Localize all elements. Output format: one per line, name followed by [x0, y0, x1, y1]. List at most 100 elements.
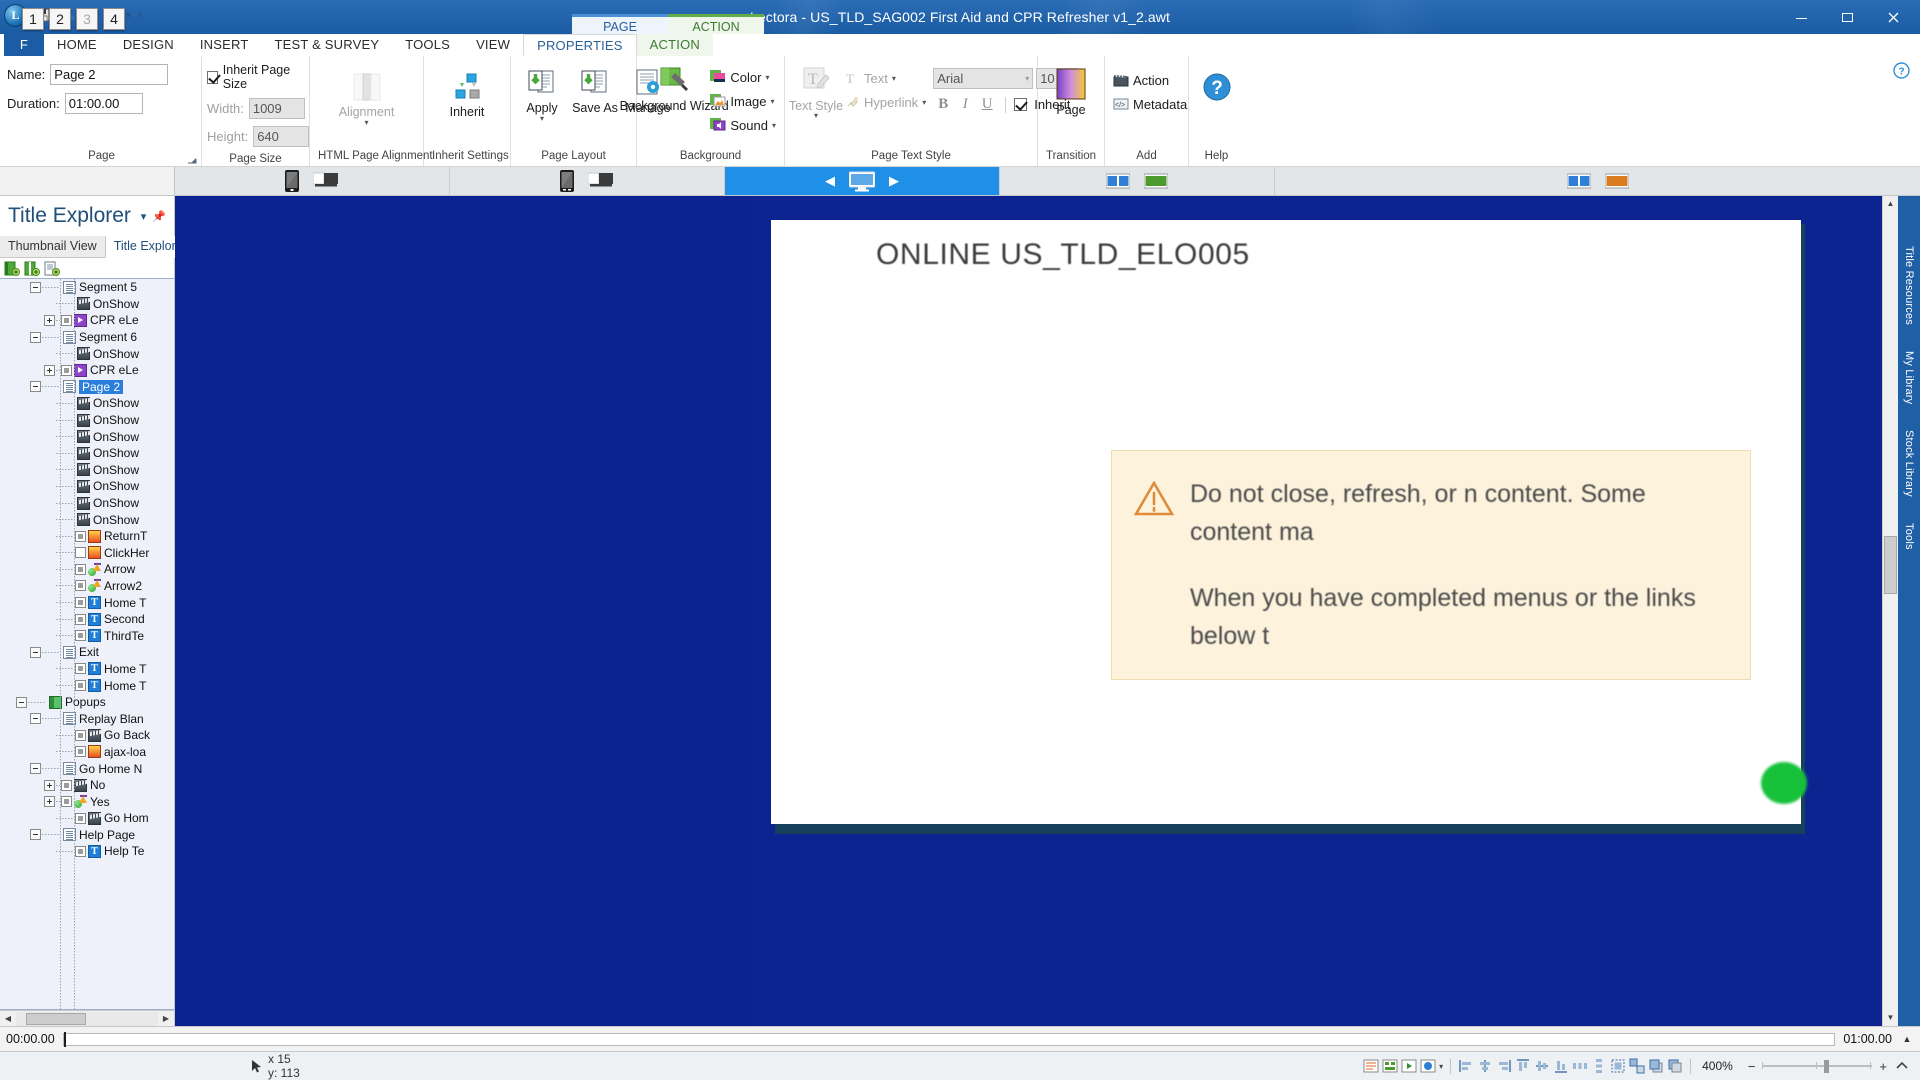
timeline-playhead[interactable]	[63, 1031, 66, 1047]
distribute-v-icon[interactable]	[1591, 1058, 1607, 1074]
tree-item[interactable]: Help Page	[0, 827, 174, 844]
timeline-expand-icon[interactable]: ▲	[1900, 1034, 1914, 1044]
tab-view[interactable]: VIEW	[463, 34, 523, 56]
device-segment-4[interactable]	[1000, 167, 1275, 195]
mode-publish-icon[interactable]	[1420, 1058, 1436, 1074]
tree-visibility-checkbox[interactable]	[75, 613, 86, 625]
help-button[interactable]: ?	[1191, 68, 1243, 103]
book-blue-icon[interactable]	[1106, 173, 1130, 189]
tree-item[interactable]: T Help Te	[0, 843, 174, 860]
tree-collapse-icon[interactable]	[30, 381, 41, 393]
tree-visibility-checkbox[interactable]	[61, 364, 72, 376]
bold-button[interactable]: B	[933, 96, 953, 113]
tab-action[interactable]: ACTION	[636, 34, 713, 56]
group-icon[interactable]	[1610, 1058, 1626, 1074]
mode-text-icon[interactable]	[1363, 1058, 1379, 1074]
maximize-icon[interactable]	[1824, 2, 1870, 32]
tree-item[interactable]: Exit	[0, 644, 174, 661]
tree-item[interactable]: OnShow	[0, 395, 174, 412]
add-chapter-icon[interactable]	[4, 261, 20, 276]
tree-visibility-checkbox[interactable]	[75, 746, 86, 758]
tree-item[interactable]: OnShow	[0, 345, 174, 362]
apply-layout-dropdown-icon[interactable]: ▾	[540, 115, 544, 123]
tab-tools[interactable]: TOOLS	[392, 34, 463, 56]
background-color-button[interactable]: Color ▾	[706, 65, 779, 89]
device-prev-arrow-icon[interactable]: ◀	[825, 173, 835, 189]
add-section-icon[interactable]	[24, 261, 40, 276]
add-page-icon[interactable]	[44, 261, 60, 276]
tree-expand-icon[interactable]	[44, 779, 55, 791]
distribute-h-icon[interactable]	[1572, 1058, 1588, 1074]
tree-visibility-checkbox[interactable]	[75, 729, 86, 741]
tree-item[interactable]: T ThirdTe	[0, 627, 174, 644]
background-wizard-button[interactable]: Background Wizard	[620, 62, 729, 113]
desktop-icon[interactable]	[588, 171, 614, 191]
ungroup-icon[interactable]	[1629, 1058, 1645, 1074]
inherit-page-size-checkbox[interactable]	[207, 70, 218, 84]
zoom-slider[interactable]	[1762, 1059, 1873, 1073]
zoom-out-button[interactable]: −	[1744, 1059, 1760, 1074]
tree-item[interactable]: ajax-loa	[0, 744, 174, 761]
tree-expand-icon[interactable]	[44, 796, 55, 808]
underline-button[interactable]: U	[977, 96, 997, 113]
inherit-text-checkbox[interactable]	[1014, 98, 1028, 111]
alignment-button[interactable]: Alignment ▾	[333, 68, 401, 127]
tree-collapse-icon[interactable]	[30, 763, 41, 775]
tree-item[interactable]: Segment 6	[0, 329, 174, 346]
align-center-icon[interactable]	[1477, 1058, 1493, 1074]
dock-tab-tools[interactable]: Tools	[1901, 515, 1917, 558]
tree-item[interactable]: CPR eLe	[0, 312, 174, 329]
pin-icon[interactable]: 📌	[152, 210, 166, 223]
font-name-select[interactable]: Arial ▾	[933, 68, 1034, 89]
book-green-icon[interactable]	[1144, 173, 1168, 189]
notice-box[interactable]: Do not close, refresh, or n content. Som…	[1111, 450, 1751, 680]
book-orange-icon[interactable]	[1604, 173, 1629, 189]
tree-visibility-checkbox[interactable]	[75, 630, 86, 642]
title-explorer-tree[interactable]: Segment 5 OnShow CPR eLe Segment 6 OnShow CPR…	[0, 278, 174, 1010]
tree-item[interactable]: Arrow	[0, 561, 174, 578]
device-segment-5[interactable]	[1275, 167, 1920, 195]
tab-test-survey[interactable]: TEST & SURVEY	[262, 34, 393, 56]
phone-icon[interactable]	[285, 170, 299, 192]
text-style-button[interactable]: T Text Style ▾	[789, 62, 843, 120]
tree-visibility-checkbox[interactable]	[75, 563, 86, 575]
tree-scroll-track[interactable]	[16, 1011, 158, 1026]
tree-scroll-right-icon[interactable]: ▶	[158, 1014, 174, 1023]
tab-insert[interactable]: INSERT	[187, 34, 262, 56]
tree-visibility-checkbox[interactable]	[75, 812, 86, 824]
tree-item[interactable]: CPR eLe	[0, 362, 174, 379]
tree-item[interactable]: OnShow	[0, 445, 174, 462]
dock-tab-title-resources[interactable]: Title Resources	[1901, 238, 1917, 334]
tree-item[interactable]: Yes	[0, 793, 174, 810]
page-duration-input[interactable]: 01:00.00	[64, 93, 143, 114]
alignment-dropdown-icon[interactable]: ▾	[364, 119, 368, 127]
tab-properties[interactable]: PROPERTIES	[523, 34, 637, 56]
tree-visibility-checkbox[interactable]	[61, 779, 72, 791]
page-canvas[interactable]: ONLINE US_TLD_ELO005 Do not close, refre…	[175, 196, 1898, 1026]
canvas-stage[interactable]: ONLINE US_TLD_ELO005 Do not close, refre…	[753, 196, 1898, 1026]
panel-menu-icon[interactable]: ▾	[141, 210, 147, 223]
tree-visibility-checkbox[interactable]	[75, 530, 86, 542]
apply-layout-button[interactable]: Apply ▾	[516, 64, 568, 123]
page-surface[interactable]: ONLINE US_TLD_ELO005 Do not close, refre…	[771, 220, 1807, 824]
tree-horizontal-scrollbar[interactable]: ◀ ▶	[0, 1010, 174, 1026]
inherit-button[interactable]: Inherit	[441, 68, 493, 119]
close-icon[interactable]	[1870, 2, 1916, 32]
add-metadata-button[interactable]: </> Metadata	[1110, 92, 1190, 116]
page-transition-button[interactable]: Page	[1045, 66, 1097, 117]
bring-front-icon[interactable]	[1648, 1058, 1664, 1074]
tree-collapse-icon[interactable]	[16, 696, 27, 708]
fit-page-icon[interactable]	[1894, 1058, 1910, 1074]
background-image-button[interactable]: Image ▾	[706, 89, 779, 113]
phone-icon[interactable]	[560, 170, 574, 192]
align-right-icon[interactable]	[1496, 1058, 1512, 1074]
tree-item[interactable]: OnShow	[0, 428, 174, 445]
align-middle-icon[interactable]	[1534, 1058, 1550, 1074]
tree-collapse-icon[interactable]	[30, 646, 41, 658]
tree-item[interactable]: Page 2	[0, 379, 174, 396]
tree-visibility-checkbox[interactable]	[61, 314, 72, 326]
font-name-dropdown-icon[interactable]: ▾	[1025, 69, 1029, 88]
color-dropdown-icon[interactable]: ▾	[765, 73, 769, 82]
zoom-slider-handle[interactable]	[1824, 1059, 1830, 1073]
background-sound-button[interactable]: Sound ▾	[706, 113, 779, 137]
